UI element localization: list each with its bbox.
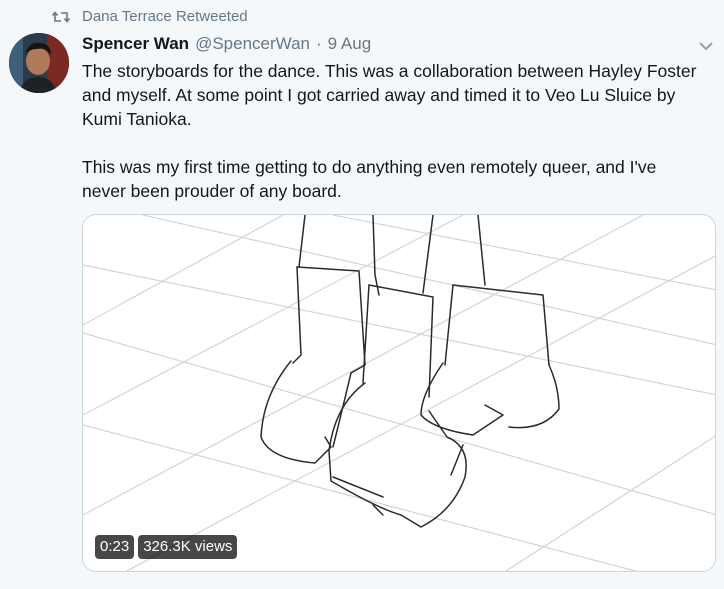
author-name[interactable]: Spencer Wan: [82, 34, 189, 54]
author-handle[interactable]: @SpencerWan: [195, 34, 310, 54]
tweet-date[interactable]: 9 Aug: [328, 34, 372, 54]
video-badges: 0:23 326.3K views: [95, 535, 238, 559]
video-views: 326.3K views: [138, 535, 238, 559]
author-avatar[interactable]: [9, 33, 69, 93]
video-thumbnail: [83, 215, 715, 571]
video-duration: 0:23: [95, 535, 135, 559]
video-player[interactable]: 0:23 326.3K views: [82, 214, 716, 572]
header-separator: ·: [315, 34, 322, 53]
tweet-header: Spencer Wan @SpencerWan · 9 Aug: [82, 34, 371, 54]
tweet-text: The storyboards for the dance. This was …: [82, 61, 697, 201]
chevron-down-icon[interactable]: [698, 38, 714, 54]
retweet-icon: [52, 10, 70, 24]
retweet-context: Dana Terrace Retweeted: [52, 8, 248, 25]
retweet-label[interactable]: Dana Terrace Retweeted: [82, 8, 248, 25]
